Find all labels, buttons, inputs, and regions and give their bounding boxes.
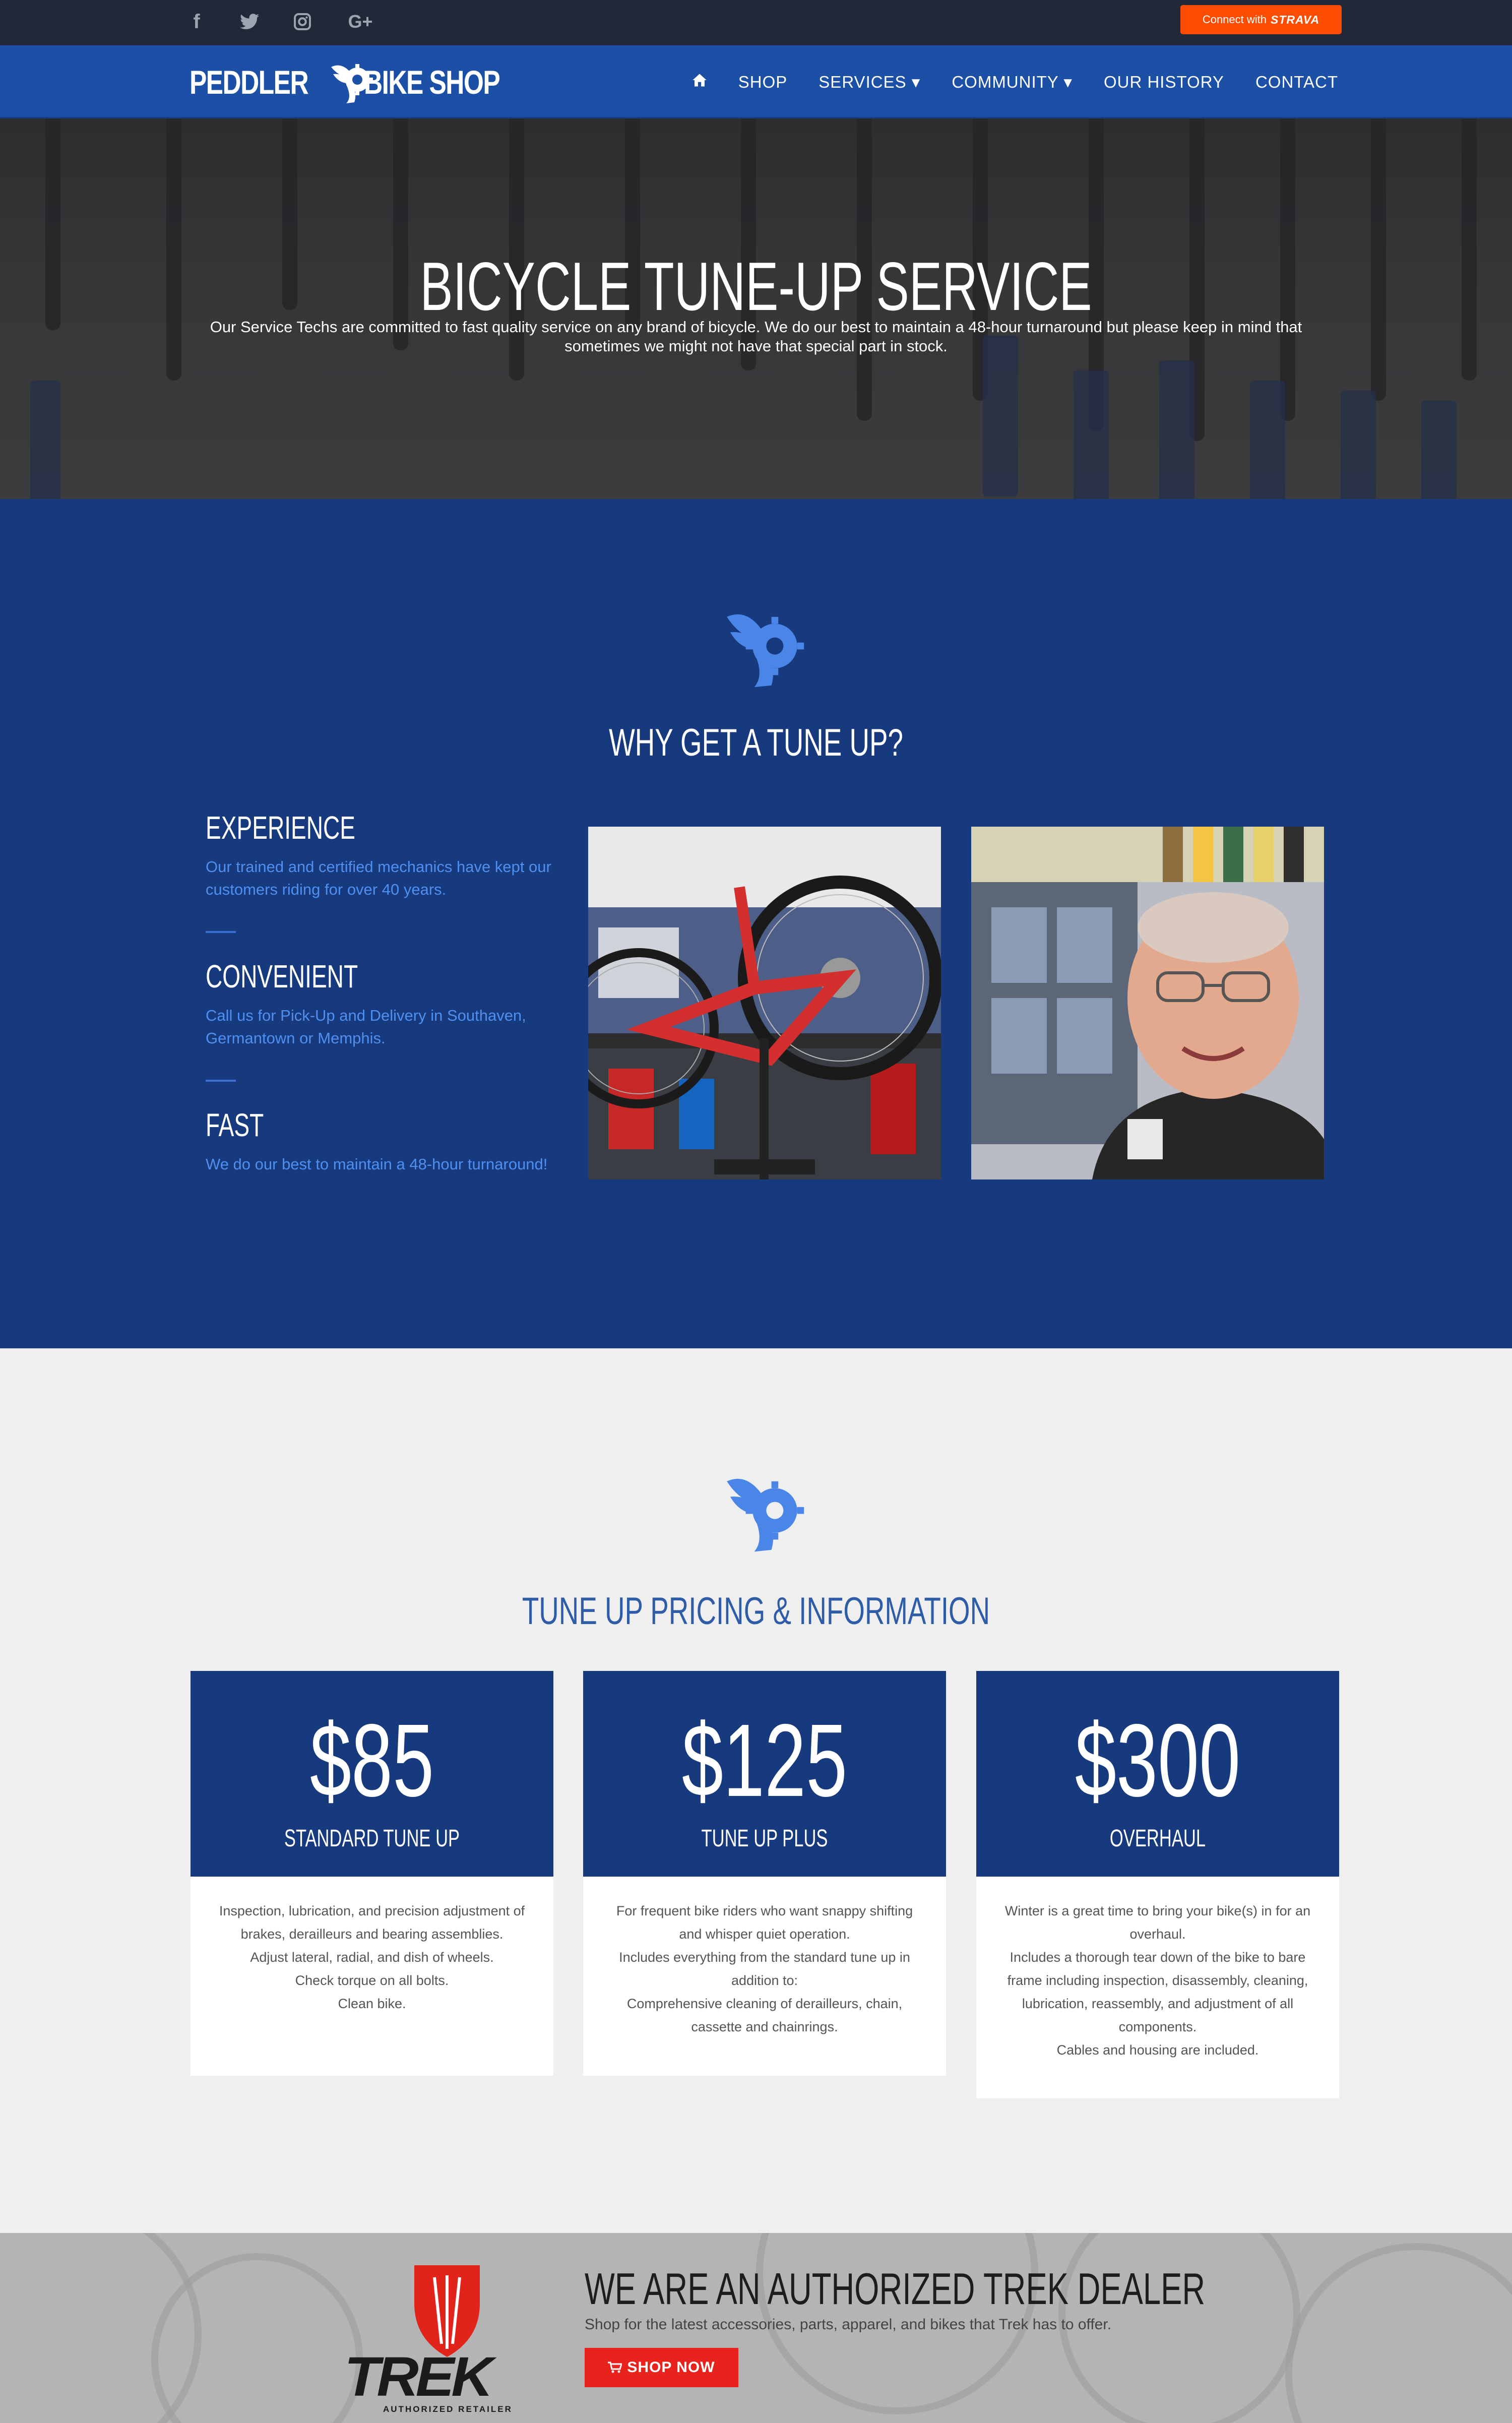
plan-name: STANDARD TUNE UP xyxy=(284,1825,460,1852)
home-icon[interactable] xyxy=(692,73,707,91)
facebook-icon[interactable]: f xyxy=(184,9,209,34)
nav-item-community[interactable]: COMMUNITY ▾ xyxy=(952,72,1073,92)
mechanic-portrait-photo xyxy=(971,827,1324,1179)
plan-detail-line: Inspection, lubrication, and precision a… xyxy=(219,1903,525,1942)
trek-dealer-banner: TREK AUTHORIZED RETAILER WE ARE AN AUTHO… xyxy=(0,2233,1512,2423)
shopping-cart-icon xyxy=(608,2362,622,2373)
plan-detail-line: Includes a thorough tear down of the bik… xyxy=(1007,1950,1308,2034)
winged-gear-emblem-icon xyxy=(727,614,804,688)
main-navbar: PEDDLER BIKE SHOP SHOP SERVICES ▾ COMMUN… xyxy=(0,45,1512,118)
feature-text: Our trained and certified mechanics have… xyxy=(206,858,551,898)
pricing-card-body: For frequent bike riders who want snappy… xyxy=(583,1877,946,2076)
feature-fast: FAST We do our best to maintain a 48-hou… xyxy=(206,1106,558,1175)
plan-detail-line: Winter is a great time to bring your bik… xyxy=(1004,1903,1311,1942)
pricing-card-header: $125 TUNE UP PLUS xyxy=(583,1671,946,1877)
plan-name: TUNE UP PLUS xyxy=(701,1825,828,1852)
bike-repair-stand-photo xyxy=(588,827,941,1179)
google-plus-icon[interactable]: G+ xyxy=(343,9,378,34)
pricing-title: TUNE UP PRICING & INFORMATION xyxy=(522,1590,990,1633)
pricing-card-body: Winter is a great time to bring your bik… xyxy=(976,1877,1339,2098)
plan-detail-line: Comprehensive cleaning of derailleurs, c… xyxy=(626,1996,903,2034)
feature-divider xyxy=(206,931,236,933)
nav-item-shop[interactable]: SHOP xyxy=(738,73,788,92)
feature-experience: EXPERIENCE Our trained and certified mec… xyxy=(206,809,558,901)
nav-item-services[interactable]: SERVICES ▾ xyxy=(818,72,920,92)
pricing-card-body: Inspection, lubrication, and precision a… xyxy=(191,1877,553,2076)
plan-name: OVERHAUL xyxy=(1109,1825,1206,1852)
plan-detail-line: Clean bike. xyxy=(338,1996,406,2011)
pricing-card-header: $85 STANDARD TUNE UP xyxy=(191,1671,553,1877)
connect-with-strava-button[interactable]: Connect with STRAVA xyxy=(1180,5,1342,34)
feature-convenient: CONVENIENT Call us for Pick-Up and Deliv… xyxy=(206,958,558,1049)
why-tune-up-section: WHY GET A TUNE UP? EXPERIENCE Our traine… xyxy=(0,499,1512,1348)
nav-item-our-history[interactable]: OUR HISTORY xyxy=(1104,73,1224,92)
logo-text-peddler: PEDDLER xyxy=(190,63,309,101)
plan-detail-line: Cables and housing are included. xyxy=(1056,2042,1259,2058)
shop-now-label: SHOP NOW xyxy=(627,2359,715,2376)
instagram-icon[interactable] xyxy=(290,9,315,34)
hero-subtitle: Our Service Techs are committed to fast … xyxy=(210,318,1302,355)
plan-price: $300 xyxy=(1075,1703,1241,1818)
social-links: f G+ xyxy=(184,9,378,34)
winged-gear-emblem-icon xyxy=(727,1478,804,1552)
plan-detail-line: For frequent bike riders who want snappy… xyxy=(616,1903,913,1942)
feature-divider xyxy=(206,1080,236,1082)
logo-text-bike-shop: BIKE SHOP xyxy=(364,63,500,101)
plan-detail-line: Adjust lateral, radial, and dish of whee… xyxy=(250,1950,494,1965)
feature-text: We do our best to maintain a 48-hour tur… xyxy=(206,1155,548,1173)
feature-title: CONVENIENT xyxy=(206,958,358,995)
nav-menu: SHOP SERVICES ▾ COMMUNITY ▾ OUR HISTORY … xyxy=(692,45,1338,118)
plan-detail-line: Check torque on all bolts. xyxy=(295,1973,449,1988)
why-section-title: WHY GET A TUNE UP? xyxy=(609,721,903,764)
feature-title: FAST xyxy=(206,1107,264,1143)
plan-price: $85 xyxy=(309,1703,434,1818)
shop-now-button[interactable]: SHOP NOW xyxy=(585,2348,738,2387)
pricing-card-overhaul: $300 OVERHAUL Winter is a great time to … xyxy=(976,1671,1339,2098)
twitter-icon[interactable] xyxy=(237,9,262,34)
pricing-card-header: $300 OVERHAUL xyxy=(976,1671,1339,1877)
trek-banner-subtitle: Shop for the latest accessories, parts, … xyxy=(585,2316,1112,2333)
site-logo[interactable]: PEDDLER BIKE SHOP xyxy=(190,55,538,108)
feature-title: EXPERIENCE xyxy=(206,810,356,846)
trek-wordmark: TREK xyxy=(344,2346,493,2408)
nav-item-contact[interactable]: CONTACT xyxy=(1255,73,1338,92)
trek-banner-title: WE ARE AN AUTHORIZED TREK DEALER xyxy=(585,2264,1206,2314)
pricing-card-standard: $85 STANDARD TUNE UP Inspection, lubrica… xyxy=(191,1671,553,2076)
plan-detail-line: Includes everything from the standard tu… xyxy=(619,1950,910,1988)
trek-authorized-retailer: AUTHORIZED RETAILER xyxy=(383,2404,513,2414)
pricing-section: TUNE UP PRICING & INFORMATION $85 STANDA… xyxy=(0,1348,1512,2233)
top-bar: f G+ Connect with STRAVA xyxy=(0,0,1512,45)
strava-button-label: Connect with xyxy=(1202,13,1267,26)
hero-title: BICYCLE TUNE-UP SERVICE xyxy=(420,248,1092,325)
strava-brand: STRAVA xyxy=(1271,13,1320,26)
feature-text: Call us for Pick-Up and Delivery in Sout… xyxy=(206,1007,526,1047)
pricing-card-plus: $125 TUNE UP PLUS For frequent bike ride… xyxy=(583,1671,946,2076)
hero-banner: BICYCLE TUNE-UP SERVICE Our Service Tech… xyxy=(0,118,1512,499)
plan-price: $125 xyxy=(681,1703,848,1818)
